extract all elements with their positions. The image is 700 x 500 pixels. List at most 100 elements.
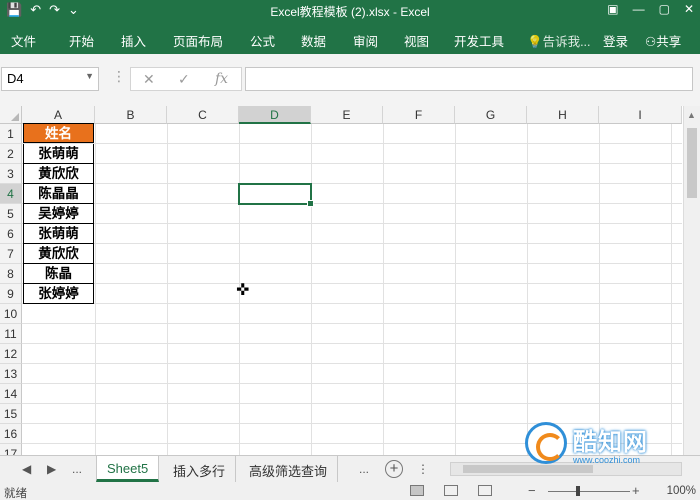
cell-a5[interactable]: 吴婷婷: [23, 204, 94, 224]
column-header-h[interactable]: H: [527, 106, 599, 124]
gridline: [455, 124, 456, 455]
next-sheet-icon[interactable]: ▶: [47, 462, 56, 476]
close-icon[interactable]: ✕: [684, 2, 694, 16]
name-box-value: D4: [7, 71, 24, 86]
row-header-10[interactable]: 10: [0, 304, 22, 324]
column-header-g[interactable]: G: [455, 106, 527, 124]
column-header-d[interactable]: D: [239, 106, 311, 124]
row-header-12[interactable]: 12: [0, 344, 22, 364]
row-header-14[interactable]: 14: [0, 384, 22, 404]
vertical-scroll-thumb[interactable]: [687, 128, 697, 198]
cell-a1-header[interactable]: 姓名: [23, 123, 94, 143]
zoom-level[interactable]: 100%: [667, 485, 696, 497]
gridline: [22, 143, 682, 144]
row-header-7[interactable]: 7: [0, 244, 22, 264]
tab-home[interactable]: 开始: [69, 31, 94, 50]
share-button[interactable]: ⚇共享: [645, 31, 681, 50]
column-header-a[interactable]: A: [22, 106, 95, 124]
scroll-up-icon[interactable]: ▲: [687, 110, 696, 120]
cell-a6[interactable]: 张萌萌: [23, 224, 94, 244]
cell-a2[interactable]: 张萌萌: [23, 144, 94, 164]
gridline: [22, 163, 682, 164]
row-header-8[interactable]: 8: [0, 264, 22, 284]
row-header-17[interactable]: 17: [0, 444, 22, 455]
row-header-13[interactable]: 13: [0, 364, 22, 384]
ribbon-tabs: 文件 开始 插入 页面布局 公式 数据 审阅 视图 开发工具 💡告诉我... 登…: [0, 22, 700, 54]
cancel-icon[interactable]: ✕: [143, 71, 155, 88]
name-box[interactable]: D4 ▼: [1, 67, 99, 91]
sign-in-link[interactable]: 登录: [603, 31, 628, 50]
formula-bar-grip-icon[interactable]: ⋮: [112, 68, 126, 85]
gridline: [671, 124, 672, 455]
tell-me-box[interactable]: 💡告诉我...: [527, 31, 591, 50]
sheet-tab-insert-rows[interactable]: 插入多行: [163, 456, 237, 482]
column-header-b[interactable]: B: [95, 106, 167, 124]
row-header-11[interactable]: 11: [0, 324, 22, 344]
zoom-out-button[interactable]: −: [528, 483, 536, 498]
row-header-1[interactable]: 1: [0, 124, 22, 144]
row-header-6[interactable]: 6: [0, 224, 22, 244]
insert-function-icon[interactable]: fx: [215, 71, 228, 87]
gridline: [22, 203, 682, 204]
row-header-16[interactable]: 16: [0, 424, 22, 444]
tab-developer[interactable]: 开发工具: [454, 31, 504, 50]
tab-split-handle[interactable]: ⋮: [417, 462, 429, 476]
formula-buttons: ✕ ✓ fx: [130, 67, 242, 91]
row-header-4[interactable]: 4: [0, 184, 22, 204]
gridline: [599, 124, 600, 455]
normal-view-icon[interactable]: [410, 485, 424, 496]
gridline: [22, 243, 682, 244]
watermark-url: www.coozhi.com: [573, 454, 641, 465]
zoom-in-button[interactable]: +: [632, 483, 640, 498]
more-sheets-left[interactable]: ...: [72, 462, 82, 476]
more-sheets-right[interactable]: ...: [359, 462, 369, 476]
row-header-5[interactable]: 5: [0, 204, 22, 224]
row-header-2[interactable]: 2: [0, 144, 22, 164]
select-all-button[interactable]: [0, 106, 22, 124]
coozhi-logo-icon: [525, 422, 567, 464]
vertical-scrollbar[interactable]: ▲: [683, 106, 700, 455]
formula-input[interactable]: [245, 67, 693, 91]
gridline: [22, 403, 682, 404]
chevron-down-icon[interactable]: ▼: [85, 71, 94, 81]
column-header-i[interactable]: I: [599, 106, 682, 124]
gridline: [22, 383, 682, 384]
zoom-slider[interactable]: [548, 491, 630, 492]
zoom-slider-knob[interactable]: [576, 486, 580, 496]
cell-a8[interactable]: 陈晶: [23, 264, 94, 284]
page-layout-view-icon[interactable]: [444, 485, 458, 496]
prev-sheet-icon[interactable]: ◀: [22, 462, 31, 476]
gridline: [22, 283, 682, 284]
gridline: [311, 124, 312, 455]
add-sheet-button[interactable]: +: [385, 460, 403, 478]
cell-a4[interactable]: 陈晶晶: [23, 184, 94, 204]
sheet-tab-sheet5[interactable]: Sheet5: [96, 456, 160, 482]
minimize-icon[interactable]: —: [633, 2, 645, 16]
tab-page-layout[interactable]: 页面布局: [173, 31, 223, 50]
active-cell-d4[interactable]: [238, 183, 314, 207]
row-header-3[interactable]: 3: [0, 164, 22, 184]
worksheet-grid[interactable]: A B C D E F G H I 1 2 3 4 5 6 7 8 9 10 1…: [0, 106, 700, 455]
tab-review[interactable]: 审阅: [353, 31, 378, 50]
column-header-c[interactable]: C: [167, 106, 239, 124]
cell-a3[interactable]: 黄欣欣: [23, 164, 94, 184]
sheet-tab-advanced-filter[interactable]: 高级筛选查询: [239, 456, 339, 482]
maximize-icon[interactable]: ▢: [659, 2, 670, 16]
tab-view[interactable]: 视图: [404, 31, 429, 50]
cell-a9[interactable]: 张婷婷: [23, 284, 94, 304]
cell-a7[interactable]: 黄欣欣: [23, 244, 94, 264]
title-bar: 💾 ↶ ↷ ⌄ Excel教程模板 (2).xlsx - Excel ▣ — ▢…: [0, 0, 700, 22]
row-header-15[interactable]: 15: [0, 404, 22, 424]
page-break-view-icon[interactable]: [478, 485, 492, 496]
row-header-9[interactable]: 9: [0, 284, 22, 304]
tab-file[interactable]: 文件: [11, 31, 36, 50]
tab-formulas[interactable]: 公式: [250, 31, 275, 50]
column-header-e[interactable]: E: [311, 106, 383, 124]
gridline: [167, 124, 168, 455]
enter-icon[interactable]: ✓: [178, 71, 190, 88]
lightbulb-icon: 💡: [527, 35, 543, 49]
tab-insert[interactable]: 插入: [121, 31, 146, 50]
ribbon-display-options-icon[interactable]: ▣: [607, 2, 618, 16]
column-header-f[interactable]: F: [383, 106, 455, 124]
tab-data[interactable]: 数据: [301, 31, 326, 50]
